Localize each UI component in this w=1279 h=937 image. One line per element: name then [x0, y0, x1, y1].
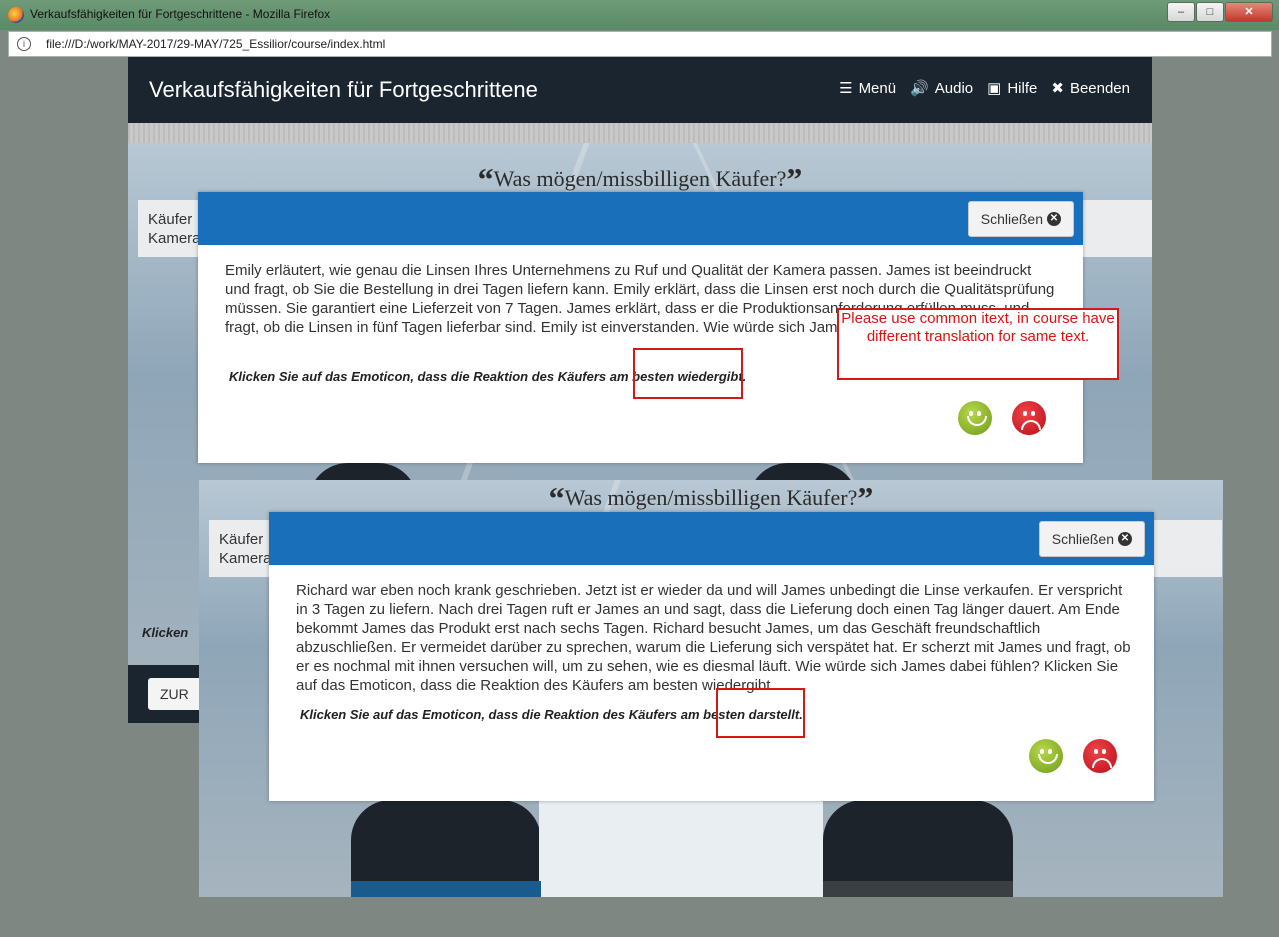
menu-icon: ☰ — [839, 80, 853, 97]
help-icon: ▣ — [987, 80, 1002, 97]
course-nav: ☰ Menü 🔊 Audio ▣ Hilfe ✖ Beenden — [839, 79, 1130, 98]
annotation-highlight — [633, 348, 743, 399]
exit-label: Beenden — [1069, 79, 1130, 97]
window-titlebar: Verkaufsfähigkeiten für Fortgeschrittene… — [0, 0, 1279, 30]
happy-emoticon-icon[interactable] — [958, 401, 992, 435]
info-icon[interactable]: i — [17, 37, 31, 51]
audio-button[interactable]: 🔊 Audio — [910, 79, 974, 98]
minimize-button[interactable]: – — [1167, 2, 1195, 22]
close-icon: ✖ — [1051, 80, 1064, 97]
happy-emoticon-icon[interactable] — [1029, 739, 1063, 773]
modal-body-text: Richard war eben noch krank geschrieben.… — [296, 582, 1131, 694]
course-title: Verkaufsfähigkeiten für Fortgeschrittene — [149, 77, 538, 102]
slide-klick-text: Klicken — [142, 625, 189, 640]
close-window-button[interactable]: ✕ — [1225, 2, 1273, 22]
exit-button[interactable]: ✖ Beenden — [1051, 79, 1130, 98]
course-header: Verkaufsfähigkeiten für Fortgeschrittene… — [128, 57, 1152, 123]
close-icon: ✕ — [1118, 532, 1132, 546]
close-icon: ✕ — [1047, 212, 1061, 226]
feedback-modal-2: Schließen ✕ Richard war eben noch krank g… — [269, 512, 1154, 801]
annotation-highlight — [716, 688, 805, 738]
blurred-title — [490, 8, 493, 20]
review-comment: Please use common itext, in course have … — [837, 308, 1119, 380]
help-button[interactable]: ▣ Hilfe — [987, 79, 1038, 98]
close-modal-button[interactable]: Schließen ✕ — [1038, 521, 1145, 557]
character-tab[interactable] — [823, 881, 1013, 897]
firefox-icon — [8, 7, 24, 23]
menu-label: Menü — [858, 79, 897, 97]
office-floor-image — [539, 800, 823, 897]
maximize-button[interactable]: □ — [1196, 2, 1224, 22]
modal-header: Schließen ✕ — [269, 512, 1154, 565]
audio-label: Audio — [934, 79, 974, 97]
menu-button[interactable]: ☰ Menü — [839, 79, 897, 98]
sad-emoticon-icon[interactable] — [1012, 401, 1046, 435]
header-stripe — [128, 123, 1152, 143]
audio-icon: 🔊 — [910, 80, 929, 97]
sad-emoticon-icon[interactable] — [1083, 739, 1117, 773]
url-text: file:///D:/work/MAY-2017/29-MAY/725_Essi… — [46, 37, 386, 51]
modal-header: Schließen ✕ — [198, 192, 1083, 245]
character-tab[interactable] — [351, 881, 541, 897]
url-bar[interactable]: i file:///D:/work/MAY-2017/29-MAY/725_Es… — [8, 31, 1272, 57]
window-title: Verkaufsfähigkeiten für Fortgeschrittene… — [30, 7, 331, 21]
close-modal-button[interactable]: Schließen ✕ — [967, 201, 1074, 237]
help-label: Hilfe — [1007, 79, 1038, 97]
